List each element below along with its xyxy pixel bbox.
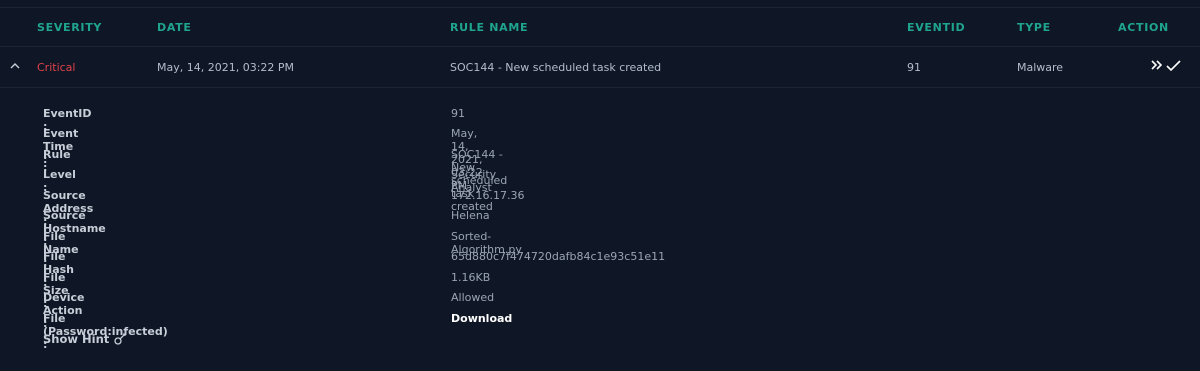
date-value: May, 14, 2021, 03:22 PM	[157, 61, 295, 74]
action-buttons	[1151, 60, 1181, 72]
check-icon[interactable]	[1166, 60, 1181, 72]
header-eventid[interactable]: EVENTID	[907, 21, 965, 34]
type-value: Malware	[1017, 61, 1064, 74]
double-chevron-right-icon[interactable]	[1151, 60, 1163, 70]
show-hint-button[interactable]: Show Hint	[43, 332, 128, 346]
header-action: ACTION	[1118, 21, 1169, 34]
header-rule-name[interactable]: RULE NAME	[450, 21, 528, 34]
detail-value-source-address: 172.16.17.36	[451, 189, 525, 202]
detail-value-file-hash: 65d880c7f474720dafb84c1e93c51e11	[451, 250, 666, 263]
key-icon	[114, 333, 126, 345]
divider	[0, 7, 1200, 8]
show-hint-label: Show Hint	[43, 332, 110, 346]
download-link[interactable]: Download	[451, 312, 512, 325]
detail-value-device-action: Allowed	[451, 291, 495, 304]
detail-value-eventid: 91	[451, 107, 465, 120]
divider	[0, 46, 1200, 47]
chevron-up-icon[interactable]	[9, 60, 21, 72]
detail-value-source-hostname: Helena	[451, 209, 490, 222]
divider	[0, 87, 1200, 88]
severity-value: Critical	[37, 61, 76, 74]
alert-panel: SEVERITY DATE RULE NAME EVENTID TYPE ACT…	[0, 0, 1200, 371]
eventid-value: 91	[907, 61, 921, 74]
header-severity[interactable]: SEVERITY	[37, 21, 102, 34]
detail-value-file-size: 1.16KB	[451, 271, 491, 284]
rule-name-value: SOC144 - New scheduled task created	[450, 61, 662, 74]
header-type[interactable]: TYPE	[1017, 21, 1051, 34]
header-date[interactable]: DATE	[157, 21, 192, 34]
